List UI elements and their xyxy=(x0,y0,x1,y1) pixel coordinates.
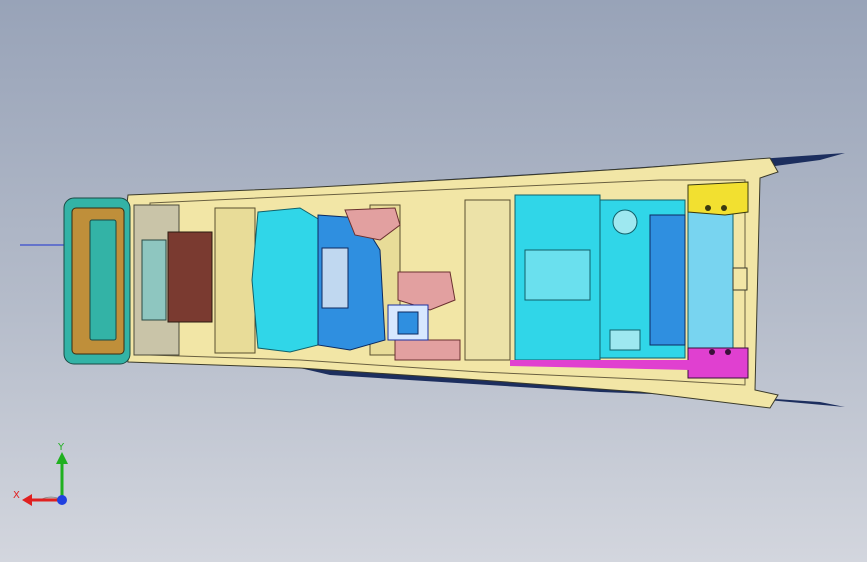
lid-window xyxy=(89,219,117,341)
y-axis-label: Y xyxy=(57,442,65,453)
frame-rib-1 xyxy=(214,207,256,354)
magenta-bolt-2 xyxy=(725,349,731,355)
storage-bin xyxy=(167,231,213,323)
frame-rib-3 xyxy=(464,199,511,361)
tray-divider xyxy=(524,249,591,301)
magenta-bracket xyxy=(687,347,749,379)
cyan-mount-left xyxy=(251,207,321,353)
pink-trim-bottom xyxy=(394,339,461,361)
x-axis-label: X xyxy=(13,490,20,501)
cupholder-core xyxy=(397,311,419,335)
yellow-bracket xyxy=(687,181,749,216)
magenta-bolt-1 xyxy=(709,349,715,355)
console-assembly-model[interactable] xyxy=(0,0,867,562)
z-axis-dot xyxy=(57,495,67,505)
yellow-bolt-2 xyxy=(721,205,727,211)
rear-panel xyxy=(687,204,734,354)
rear-vent-upper xyxy=(612,209,638,235)
rear-grille xyxy=(649,214,686,346)
yellow-bolt-1 xyxy=(705,205,711,211)
actuator-grille xyxy=(321,247,349,309)
coordinate-triad: Y X xyxy=(13,442,68,506)
x-axis-arrowhead xyxy=(22,494,32,506)
y-axis-arrowhead xyxy=(56,452,68,464)
bin-rim xyxy=(141,239,167,321)
rear-end-cap xyxy=(732,267,748,291)
rear-vent-lower xyxy=(609,329,641,351)
graphics-viewport[interactable]: Y X xyxy=(0,0,867,562)
